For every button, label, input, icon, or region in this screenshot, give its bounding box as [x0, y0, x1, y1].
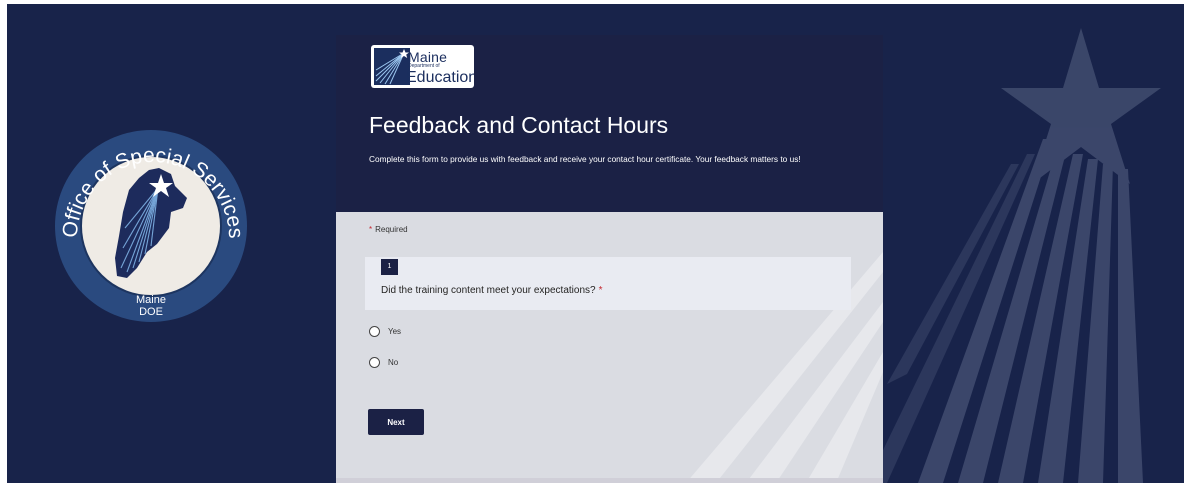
radio-button-icon[interactable] — [369, 357, 380, 368]
required-asterisk: * — [598, 285, 603, 296]
page-title: Feedback and Contact Hours — [369, 112, 669, 138]
required-asterisk: * — [369, 225, 373, 234]
form-description: Complete this form to provide us with fe… — [369, 154, 801, 164]
question-label: Did the training content meet your expec… — [381, 285, 596, 296]
option-label-no: No — [388, 358, 399, 367]
seal-label-maine: Maine — [136, 294, 166, 306]
maine-doe-seal: Office of Special Services & Inclusive E… — [51, 128, 247, 322]
required-label: Required — [375, 225, 408, 234]
logo-text-education: Education — [406, 69, 474, 86]
question-text: Did the training content meet your expec… — [381, 285, 602, 296]
option-label-yes: Yes — [388, 327, 402, 336]
maine-doe-logo: Maine Department of Education — [371, 45, 474, 88]
option-no[interactable]: No — [369, 357, 398, 368]
required-note: * Required — [369, 225, 408, 234]
logo-mark-icon — [374, 48, 410, 85]
seal-label-doe: DOE — [139, 306, 163, 318]
form-header: Maine Department of Education Feedback a… — [336, 35, 883, 212]
next-button[interactable]: Next — [368, 409, 424, 435]
option-yes[interactable]: Yes — [369, 326, 401, 337]
question-number-badge: 1 — [381, 259, 398, 275]
form-body: * Required 1 Did the training content mee… — [336, 212, 883, 483]
body-stripe-decoration — [336, 252, 883, 483]
radio-button-icon[interactable] — [369, 326, 380, 337]
form-card: Maine Department of Education Feedback a… — [336, 35, 883, 483]
question-card: 1 Did the training content meet your exp… — [365, 257, 851, 310]
